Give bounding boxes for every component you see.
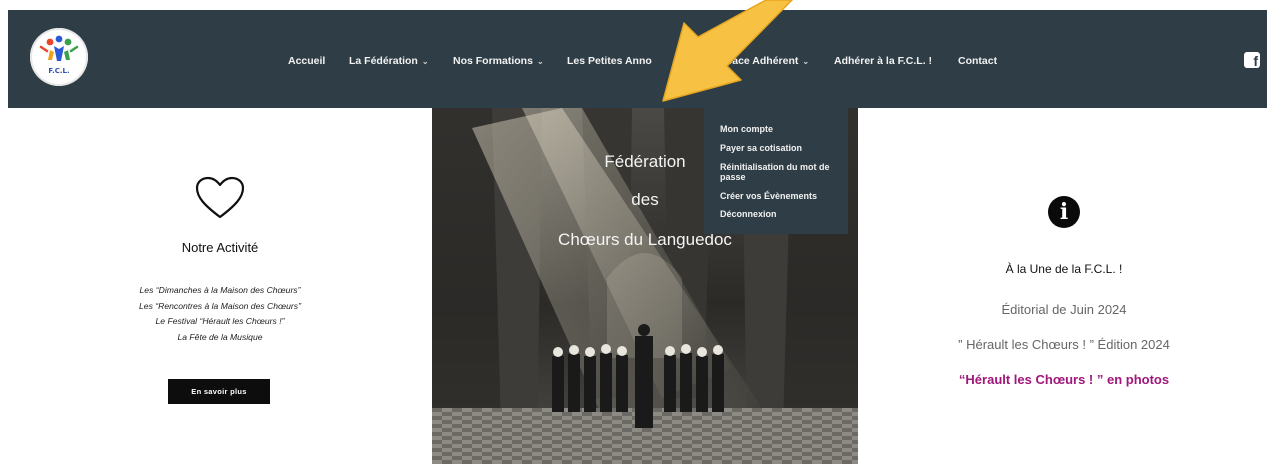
nav-label: La Fédération xyxy=(349,55,418,67)
chevron-down-icon: ⌄ xyxy=(802,57,810,66)
menu-item-reinitialisation[interactable]: Réinitialisation du mot de passe xyxy=(720,162,844,182)
news-editorial-link[interactable]: Éditorial de Juin 2024 xyxy=(900,302,1228,317)
nav-petites-annonces[interactable]: Les Petites Anno xyxy=(567,55,652,67)
news-photos-link[interactable]: “Hérault les Chœurs ! ” en photos xyxy=(900,372,1228,387)
nav-contact[interactable]: Contact xyxy=(958,55,997,67)
activity-item: Le Festival “Hérault les Chœurs !” xyxy=(155,316,285,326)
info-icon: i xyxy=(1048,196,1080,228)
nav-label: Adhérer à la F.C.L. ! xyxy=(834,55,933,67)
menu-item-deconnexion[interactable]: Déconnexion xyxy=(720,209,844,219)
activity-title: Notre Activité xyxy=(181,240,259,255)
facebook-icon[interactable]: f xyxy=(1244,52,1260,69)
activity-item: La Fête de la Musique xyxy=(177,331,263,342)
nav-label: Accueil xyxy=(288,55,326,67)
nav-espace-adherent[interactable]: Espace Adhérent ⌄ xyxy=(713,55,809,67)
menu-item-mon-compte[interactable]: Mon compte xyxy=(720,124,844,134)
chevron-down-icon: ⌄ xyxy=(536,57,544,66)
menu-item-payer-cotisation[interactable]: Payer sa cotisation xyxy=(720,143,844,153)
en-savoir-plus-button[interactable]: En savoir plus xyxy=(168,379,270,404)
news-title: À la Une de la F.C.L. ! xyxy=(1005,262,1123,276)
nav-label: Espace Adhérent xyxy=(713,55,799,67)
espace-adherent-dropdown: Mon compte Payer sa cotisation Réinitial… xyxy=(704,108,848,234)
site-header: F.C.L. Accueil La Fédération ⌄ Nos Format… xyxy=(8,10,1267,108)
heart-icon xyxy=(195,176,245,219)
nav-accueil[interactable]: Accueil xyxy=(288,55,325,67)
nav-adherer[interactable]: Adhérer à la F.C.L. ! xyxy=(834,55,932,67)
logo-text: F.C.L. xyxy=(48,67,70,75)
nav-label: Nos Formations xyxy=(453,55,533,67)
nav-la-federation[interactable]: La Fédération ⌄ xyxy=(349,55,429,67)
info-glyph: i xyxy=(1059,199,1069,225)
nav-label: Contact xyxy=(958,55,998,67)
activity-item: Les “Rencontres à la Maison des Chœurs” xyxy=(139,300,301,311)
nav-nos-formations[interactable]: Nos Formations ⌄ xyxy=(453,55,544,67)
activity-item: Les “Dimanches à la Maison des Chœurs” xyxy=(139,285,301,295)
nav-label: Les Petites Anno xyxy=(567,55,652,67)
site-logo[interactable]: F.C.L. xyxy=(30,28,88,86)
menu-item-creer-evenements[interactable]: Créer vos Évènements xyxy=(720,191,844,201)
news-edition-link[interactable]: ” Hérault les Chœurs ! ” Édition 2024 xyxy=(900,337,1228,352)
top-strip xyxy=(0,0,1267,10)
activity-list: Les “Dimanches à la Maison des Chœurs” L… xyxy=(100,283,340,345)
chevron-down-icon: ⌄ xyxy=(421,57,429,66)
logo-people-icon xyxy=(39,35,79,61)
